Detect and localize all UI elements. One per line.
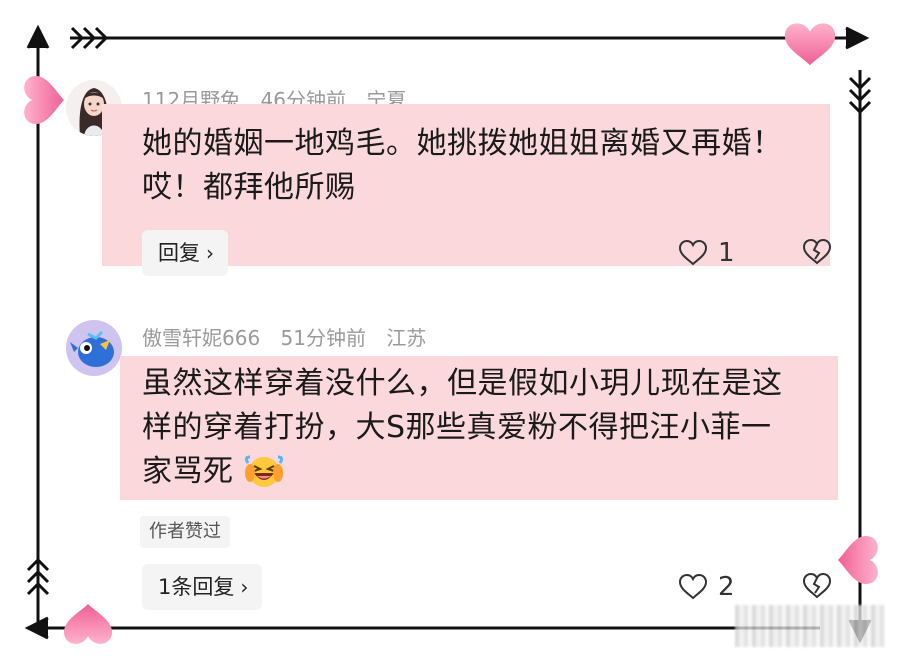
like-count: 2 [718,572,735,602]
timestamp: 51分钟前 [280,326,366,350]
comment-line: 她的婚姻一地鸡毛。她挑拨她姐姐离婚又再婚！ [142,126,783,161]
heart-icon [784,23,836,66]
dislike-button[interactable] [802,572,832,604]
reply-label: 1条回复 [158,575,235,599]
avatar[interactable] [66,320,122,376]
bottom-arrow [24,616,820,640]
dislike-button[interactable] [802,238,832,270]
like-count: 1 [718,238,735,268]
laughing-crying-emoji-icon [244,455,283,487]
heart-outline-icon [678,239,708,266]
comment-line: 虽然这样穿着没什么，但是假如小玥儿现在是这 [142,366,783,401]
broken-heart-icon [802,572,832,599]
comment-line: 哎！都拜他所赐 [142,170,356,205]
comment-line: 样的穿着打扮，大S那些真爱粉不得把汪小菲一 [142,410,772,445]
decorative-frame [24,23,878,644]
reply-label: 回复 [158,241,200,265]
like-button[interactable]: 2 [678,572,735,602]
reply-button[interactable]: 回复 › [142,230,228,276]
chevron-right-icon: › [240,575,249,599]
top-arrow [70,26,870,50]
comment-line: 家骂死 [142,450,783,494]
heart-icon [838,536,878,584]
author-liked-tag: 作者赞过 [140,516,230,548]
location: 江苏 [386,326,427,350]
chevron-right-icon: › [206,241,214,265]
heart-outline-icon [678,573,708,600]
broken-heart-icon [802,238,832,265]
replies-button[interactable]: 1条回复 › [142,564,263,610]
comment-text: 她的婚姻一地鸡毛。她挑拨她姐姐离婚又再婚！ 哎！都拜他所赐 [142,122,783,210]
comment-meta: 傲雪轩妮666 51分钟前 江苏 [142,322,440,351]
like-button[interactable]: 1 [678,238,735,268]
heart-icon [24,76,64,124]
blue-bird-avatar-icon [66,320,122,376]
heart-icon [64,604,112,644]
username[interactable]: 傲雪轩妮666 [142,326,260,350]
blurred-watermark [735,605,885,647]
comment-text: 虽然这样穿着没什么，但是假如小玥儿现在是这 样的穿着打扮，大S那些真爱粉不得把汪… [142,362,783,494]
